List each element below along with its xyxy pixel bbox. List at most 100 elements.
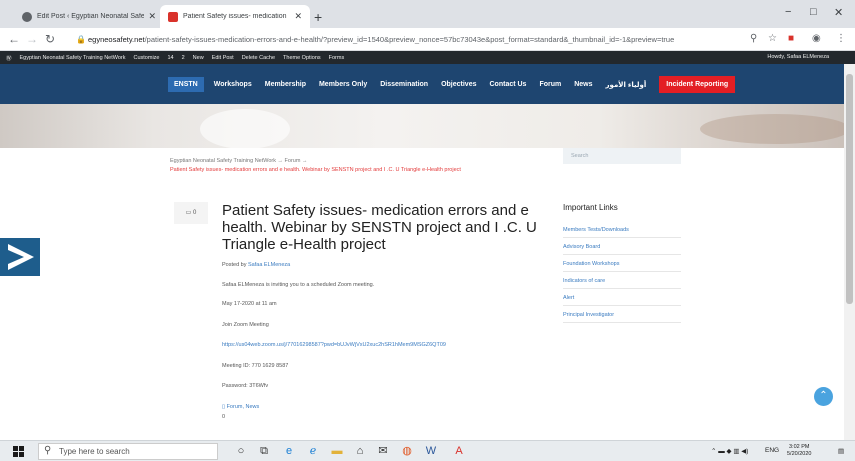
comment-count: 0 xyxy=(193,210,197,216)
post-author-line: Posted by Safaa ELMeneza xyxy=(222,262,290,268)
clock-date: 5/20/2020 xyxy=(787,451,812,457)
browser-tab-patient-safety[interactable]: Patient Safety issues- medication ✕ xyxy=(160,5,310,28)
tray-icons[interactable]: ⌃ ▬ ◆ ▥ ◀) xyxy=(711,447,748,455)
nav-members-only[interactable]: Members Only xyxy=(319,81,367,88)
nav-objectives[interactable]: Objectives xyxy=(441,81,476,88)
wp-theme-options[interactable]: Theme Options xyxy=(283,55,321,61)
sidebar-link[interactable]: Indicators of care xyxy=(563,278,681,289)
forward-arrow-icon[interactable]: → xyxy=(26,32,38,46)
nav-news[interactable]: News xyxy=(574,81,592,88)
side-play-icon[interactable] xyxy=(0,238,40,276)
meeting-id: Meeting ID: 770 1629 8587 xyxy=(222,363,289,369)
taskbar-search-placeholder: Type here to search xyxy=(59,447,130,456)
ie-icon[interactable]: ℯ xyxy=(306,444,320,458)
menu-dots-icon[interactable]: ⋮ xyxy=(836,33,846,44)
tab-close-icon[interactable]: ✕ xyxy=(148,11,156,22)
mail-icon[interactable]: ✉ xyxy=(376,444,390,458)
new-tab-button[interactable]: + xyxy=(314,9,322,25)
nav-contact-us[interactable]: Contact Us xyxy=(490,81,527,88)
nav-workshops[interactable]: Workshops xyxy=(214,81,252,88)
wp-edit-post[interactable]: Edit Post xyxy=(212,55,234,61)
word-icon[interactable]: W xyxy=(424,444,438,458)
author-link[interactable]: Safaa ELMeneza xyxy=(248,262,290,268)
comment-count-badge[interactable]: ▭ 0 xyxy=(174,202,208,224)
nav-dissemination[interactable]: Dissemination xyxy=(380,81,428,88)
url-field[interactable]: 🔒 egyneosafety.net/patient-safety-issues… xyxy=(76,32,736,47)
breadcrumb: Egyptian Neonatal Safety Training NetWor… xyxy=(170,157,500,175)
meeting-password: Password: 3T6Wfv xyxy=(222,383,269,389)
profile-icon[interactable]: ◉ xyxy=(812,33,821,44)
sidebar-link[interactable]: Advisory Board xyxy=(563,244,681,255)
windows-taskbar: ⚲ Type here to search ○ ⧉ e ℯ ▬ ⌂ ✉ ◍ W … xyxy=(0,440,855,461)
tab-title: Edit Post ‹ Egyptian Neonatal Safe xyxy=(37,13,145,20)
wp-howdy[interactable]: Howdy, Safaa ELMeneza xyxy=(767,54,829,60)
sidebar-link[interactable]: Principal Investigator xyxy=(563,312,681,323)
search-input[interactable]: Search xyxy=(563,148,681,164)
nav-parents[interactable]: أولياء الأمور xyxy=(606,81,647,89)
wp-customize[interactable]: Customize xyxy=(134,55,160,61)
main-menu: ENSTN Workshops Membership Members Only … xyxy=(168,76,736,93)
hero-shape xyxy=(200,109,290,148)
cortana-icon[interactable]: ○ xyxy=(234,444,248,458)
post-line-invite: Safaa ELMeneza is inviting you to a sche… xyxy=(222,282,375,288)
wp-delete-cache[interactable]: Delete Cache xyxy=(242,55,275,61)
zoom-link[interactable]: https://us04web.zoom.us/j/77016298587?pw… xyxy=(222,342,446,348)
edge-icon[interactable]: e xyxy=(282,444,296,458)
wp-site-name[interactable]: Egyptian Neonatal Safety Training NetWor… xyxy=(20,55,126,61)
nav-enstn[interactable]: ENSTN xyxy=(168,77,204,92)
maximize-button[interactable]: □ xyxy=(810,6,817,18)
store-icon[interactable]: ⌂ xyxy=(353,444,367,458)
chrome-icon[interactable]: ◍ xyxy=(400,444,414,458)
wp-new[interactable]: New xyxy=(193,55,204,61)
minimize-button[interactable]: − xyxy=(785,6,791,18)
hero-shape xyxy=(700,114,850,144)
sidebar-link[interactable]: Alert xyxy=(563,295,681,306)
tab-close-icon[interactable]: ✕ xyxy=(294,11,302,22)
important-links-heading: Important Links xyxy=(563,203,618,212)
scrollbar-thumb[interactable] xyxy=(846,74,853,304)
post-tail: 0 xyxy=(222,414,226,420)
close-window-button[interactable]: ✕ xyxy=(834,6,843,19)
file-explorer-icon[interactable]: ▬ xyxy=(330,444,344,458)
url-path: /patient-safety-issues-medication-errors… xyxy=(144,35,675,44)
post-line-date: May 17-2020 at 11 am xyxy=(222,301,277,307)
nav-forum[interactable]: Forum xyxy=(539,81,561,88)
task-view-icon[interactable]: ⧉ xyxy=(257,444,271,458)
post-line-join: Join Zoom Meeting xyxy=(222,322,269,328)
post-title: Patient Safety issues- medication errors… xyxy=(222,202,537,253)
browser-tab-edit-post[interactable]: Edit Post ‹ Egyptian Neonatal Safe ✕ xyxy=(14,5,164,28)
acrobat-icon[interactable]: A xyxy=(452,444,466,458)
wordpress-favicon-icon xyxy=(22,11,32,22)
taskbar-clock[interactable]: 3:02 PM 5/20/2020 xyxy=(787,444,811,458)
wp-comments[interactable]: 2 xyxy=(182,55,185,61)
wp-forms[interactable]: Forms xyxy=(329,55,345,61)
browser-tab-strip: Edit Post ‹ Egyptian Neonatal Safe ✕ Pat… xyxy=(0,0,855,28)
wp-admin-bar: Ⓦ Egyptian Neonatal Safety Training NetW… xyxy=(0,51,855,64)
hero-banner-image xyxy=(0,104,855,148)
language-indicator[interactable]: ENG xyxy=(765,447,779,454)
tab-title: Patient Safety issues- medication xyxy=(183,13,287,20)
zoom-icon[interactable]: ⚲ xyxy=(750,33,757,44)
reload-icon[interactable]: ↻ xyxy=(45,32,55,46)
sidebar-link[interactable]: Members Tests/Downloads xyxy=(563,227,681,238)
lock-icon: 🔒 xyxy=(76,35,86,44)
taskbar-search-input[interactable]: ⚲ Type here to search xyxy=(38,443,218,460)
back-to-top-button[interactable]: ⌃ xyxy=(814,387,833,406)
post-categories[interactable]: ▯ Forum, News xyxy=(222,404,259,410)
posted-by-label: Posted by xyxy=(222,262,247,268)
nav-incident-reporting[interactable]: Incident Reporting xyxy=(659,76,736,93)
search-icon: ⚲ xyxy=(44,445,52,456)
back-arrow-icon[interactable]: ← xyxy=(8,32,20,46)
breadcrumb-path[interactable]: Egyptian Neonatal Safety Training NetWor… xyxy=(170,158,307,164)
page-scrollbar[interactable] xyxy=(844,64,855,440)
categories-text: Forum, News xyxy=(226,404,260,410)
extension-icon[interactable]: ■ xyxy=(788,33,794,44)
nav-membership[interactable]: Membership xyxy=(265,81,306,88)
wp-updates[interactable]: 14 xyxy=(167,55,173,61)
sidebar-link[interactable]: Foundation Workshops xyxy=(563,261,681,272)
wp-logo-icon[interactable]: Ⓦ xyxy=(6,54,12,62)
windows-start-icon[interactable] xyxy=(13,446,24,457)
notifications-icon[interactable]: ▤ xyxy=(838,447,844,455)
bookmark-star-icon[interactable]: ☆ xyxy=(768,33,777,44)
folder-icon: ▯ xyxy=(222,404,226,410)
